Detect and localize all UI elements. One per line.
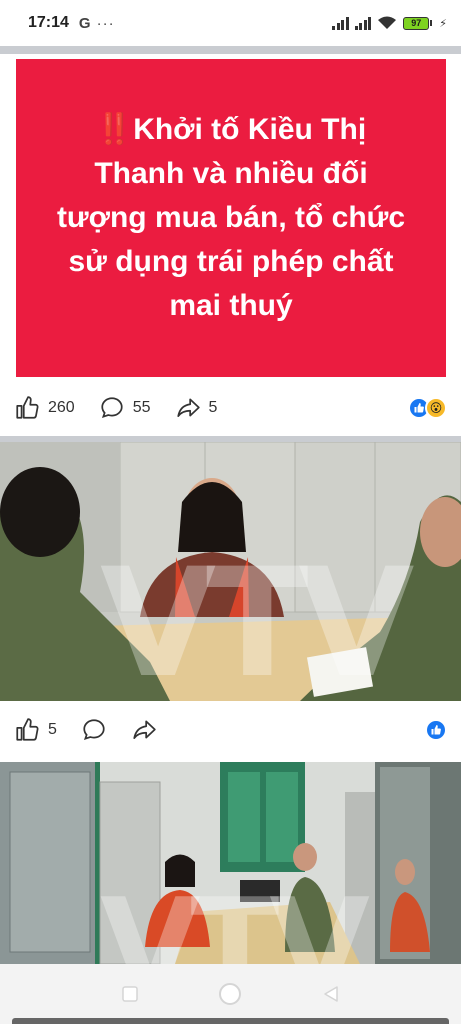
android-nav-bar [0,964,461,1024]
like-count: 5 [48,721,57,738]
comment-icon [83,719,105,741]
like-reaction-icon [425,719,447,741]
status-bar: 17:14 G ··· 97 ⚡ [0,0,461,46]
recent-apps-button[interactable] [117,981,143,1007]
post-image-banner[interactable]: ‼️Khởi tố Kiều Thị Thanh và nhiều đối tư… [16,59,446,377]
more-notifications-icon: ··· [96,14,115,32]
battery-level: 97 [403,16,430,30]
share-count: 5 [208,399,218,416]
like-button[interactable]: 260 [14,395,75,421]
vtv-watermark: VTV [100,537,414,701]
g-icon: G [78,14,91,32]
comment-button[interactable] [81,717,107,743]
vtv-watermark: VTV [100,870,370,964]
thumbs-up-icon [16,396,39,419]
post-actions-bar: 260 55 5 😮 [0,380,461,436]
wifi-icon [378,16,397,29]
triangle-back-icon [324,986,338,1002]
reaction-summary[interactable] [425,719,447,741]
post-actions-bar: 5 [0,701,461,759]
reaction-summary[interactable]: 😮 [408,397,447,419]
comment-icon [101,397,123,419]
feed-divider [0,46,461,54]
home-indicator [12,1018,449,1024]
like-button[interactable]: 5 [14,717,57,743]
share-button[interactable]: 5 [175,395,218,421]
wow-reaction-icon: 😮 [425,397,447,419]
banner-headline: ‼️Khởi tố Kiều Thị Thanh và nhiều đối tư… [56,113,406,322]
like-count: 260 [48,399,75,416]
post-photo-room[interactable]: VTV [0,762,461,964]
cell-signal-icon [332,16,349,30]
charging-icon: ⚡ [439,17,447,30]
status-time: 17:14 [28,14,69,31]
circle-icon [219,983,242,1005]
share-icon [176,398,200,417]
home-button[interactable] [217,981,243,1007]
double-exclamation-icon: ‼️ [95,113,134,146]
thumbs-up-icon [16,718,39,741]
cell-signal-icon-2 [354,16,372,30]
comment-count: 55 [132,399,151,416]
back-button[interactable] [318,981,344,1007]
square-icon [122,986,138,1002]
battery-icon: 97 [403,16,433,30]
post-photo-interrogation[interactable]: VTV [0,442,461,701]
share-icon [133,720,156,739]
comment-button[interactable]: 55 [99,395,151,421]
share-button[interactable] [131,717,157,743]
